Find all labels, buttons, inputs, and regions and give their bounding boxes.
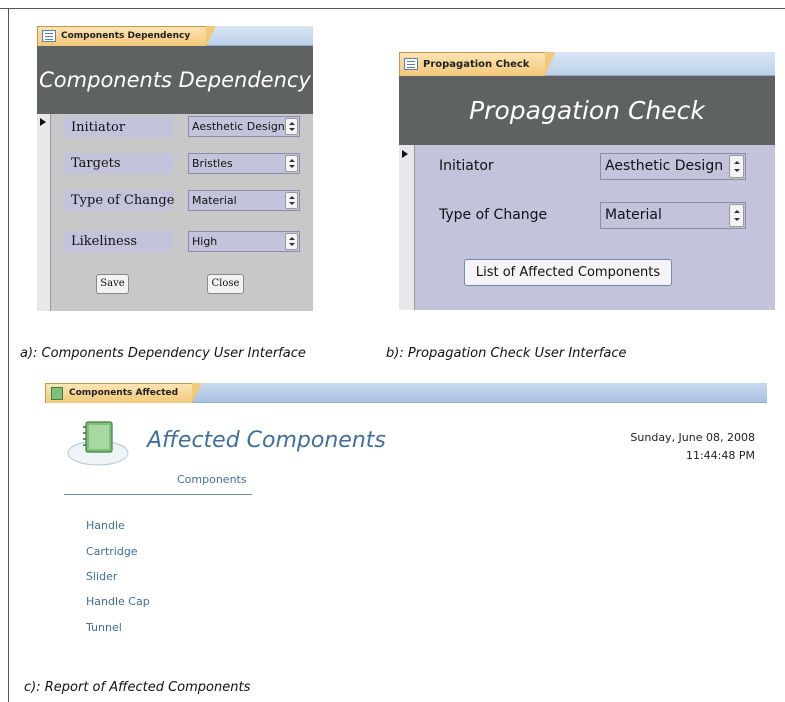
form-title: Propagation Check	[469, 96, 705, 125]
targets-field[interactable]: Bristles	[188, 153, 300, 174]
targets-value: Bristles	[192, 157, 233, 170]
spin-up-icon	[289, 159, 295, 162]
likeliness-label: Likeliness	[63, 231, 173, 252]
list-item: Handle Cap	[86, 595, 150, 608]
close-button[interactable]: Close	[207, 274, 244, 294]
spin-up-icon	[289, 122, 295, 125]
spin-down-icon	[734, 218, 740, 221]
likeliness-value: High	[192, 235, 218, 248]
type-of-change-spinner[interactable]	[729, 204, 744, 227]
document-tab-bar: Components Dependency	[37, 26, 313, 46]
notebook-logo-icon	[67, 421, 129, 466]
tab-components-dependency[interactable]: Components Dependency	[37, 26, 217, 46]
components-dependency-form: Components Dependency Components Depende…	[37, 26, 313, 311]
initiator-spinner[interactable]	[285, 118, 298, 135]
document-tab-bar: Propagation Check	[399, 52, 775, 76]
list-item: Slider	[86, 570, 118, 583]
form-icon	[404, 58, 418, 70]
record-selector[interactable]	[399, 145, 415, 310]
type-of-change-field[interactable]: Material	[188, 190, 300, 211]
type-of-change-spinner[interactable]	[285, 192, 298, 209]
spin-up-icon	[734, 210, 740, 213]
initiator-spinner[interactable]	[729, 155, 744, 178]
record-selector[interactable]	[37, 114, 51, 311]
caption-b: b): Propagation Check User Interface	[386, 346, 627, 361]
figure-top-border	[0, 8, 785, 9]
form-title: Components Dependency	[39, 68, 311, 92]
spin-down-icon	[289, 243, 295, 246]
form-header: Propagation Check	[399, 76, 775, 145]
initiator-field[interactable]: Aesthetic Design	[600, 153, 746, 180]
type-of-change-label: Type of Change	[63, 190, 174, 211]
targets-label: Targets	[63, 153, 173, 174]
report-date: Sunday, June 08, 2008	[630, 431, 755, 444]
save-button[interactable]: Save	[96, 274, 129, 294]
report-icon	[51, 387, 63, 400]
list-item: Handle	[86, 519, 125, 532]
spin-up-icon	[289, 196, 295, 199]
initiator-label: Initiator	[63, 117, 173, 138]
tab-components-affected[interactable]: Components Affected	[45, 383, 203, 403]
initiator-value: Aesthetic Design	[605, 158, 724, 174]
targets-spinner[interactable]	[285, 155, 298, 172]
spin-up-icon	[289, 237, 295, 240]
list-affected-components-button[interactable]: List of Affected Components	[464, 259, 672, 286]
type-of-change-value: Material	[605, 207, 662, 223]
type-of-change-value: Material	[192, 194, 237, 207]
figure-left-border	[8, 8, 9, 702]
tab-propagation-check[interactable]: Propagation Check	[399, 52, 556, 76]
caption-a: a): Components Dependency User Interface	[20, 346, 306, 361]
report-title: Affected Components	[147, 428, 386, 453]
spin-down-icon	[734, 169, 740, 172]
likeliness-spinner[interactable]	[285, 233, 298, 250]
form-icon	[42, 30, 56, 42]
spin-down-icon	[289, 128, 295, 131]
form-header: Components Dependency	[37, 46, 313, 114]
type-of-change-label: Type of Change	[439, 207, 548, 223]
spin-up-icon	[734, 161, 740, 164]
report-tab-bar: Components Affected	[45, 383, 767, 403]
caption-c: c): Report of Affected Components	[24, 680, 251, 695]
initiator-field[interactable]: Aesthetic Design	[188, 116, 300, 137]
spin-down-icon	[289, 165, 295, 168]
type-of-change-field[interactable]: Material	[600, 202, 746, 229]
tab-label: Propagation Check	[423, 59, 530, 70]
propagation-check-form: Propagation Check Propagation Check Init…	[399, 52, 775, 310]
list-item: Tunnel	[86, 621, 122, 634]
list-item: Cartridge	[86, 545, 138, 558]
spin-down-icon	[289, 202, 295, 205]
initiator-label: Initiator	[439, 158, 494, 174]
column-header-rule	[64, 494, 252, 495]
tab-label: Components Dependency	[61, 31, 191, 41]
record-selector-arrow-icon	[402, 150, 408, 158]
initiator-value: Aesthetic Design	[192, 120, 285, 133]
record-selector-arrow-icon	[40, 118, 46, 126]
report-time: 11:44:48 PM	[685, 449, 755, 462]
components-column-header: Components	[177, 473, 247, 486]
likeliness-field[interactable]: High	[188, 231, 300, 252]
tab-label: Components Affected	[69, 388, 179, 398]
